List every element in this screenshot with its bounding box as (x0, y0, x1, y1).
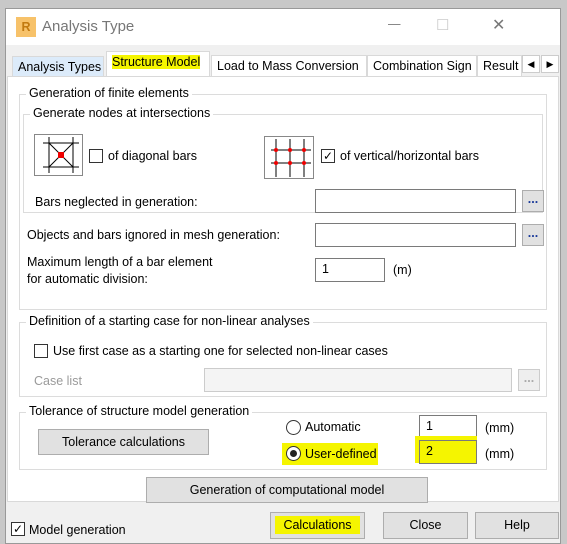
max-length-unit: (m) (393, 263, 412, 277)
help-button[interactable]: Help (475, 512, 559, 539)
tab-scroll-right-icon[interactable]: ▶ (541, 55, 559, 73)
close-button[interactable]: Close (383, 512, 468, 539)
bars-neglected-label: Bars neglected in generation: (35, 195, 198, 209)
diagonal-bars-icon (34, 134, 83, 176)
nonlinear-group: Definition of a starting case for non-li… (19, 314, 547, 397)
analysis-type-dialog: R Analysis Type — ☐ ✕ Analysis Types Str… (5, 8, 561, 544)
title-bar: R Analysis Type — ☐ ✕ (6, 9, 560, 45)
user-defined-label: User-defined (305, 447, 377, 461)
case-list-label: Case list (34, 374, 82, 388)
tab-analysis-types[interactable]: Analysis Types (12, 56, 104, 78)
automatic-radio[interactable] (286, 420, 301, 435)
group-title: Generate nodes at intersections (30, 106, 214, 120)
use-first-case-checkbox[interactable] (34, 344, 48, 358)
tab-label: Combination Sign (373, 59, 472, 73)
tab-combination-sign[interactable]: Combination Sign (367, 55, 477, 77)
automatic-unit: (mm) (485, 421, 515, 435)
tab-label: Result (483, 59, 519, 73)
use-first-case-label: Use first case as a starting one for sel… (53, 344, 388, 358)
max-length-label: Maximum length of a bar element (27, 255, 213, 269)
tab-load-to-mass[interactable]: Load to Mass Conversion (211, 55, 367, 77)
objects-ignored-label: Objects and bars ignored in mesh generat… (27, 228, 280, 242)
max-length-label-2: for automatic division: (27, 272, 148, 286)
bars-neglected-input[interactable] (315, 189, 516, 213)
tolerance-calculations-button[interactable]: Tolerance calculations (38, 429, 209, 455)
user-defined-radio[interactable] (286, 446, 301, 461)
calculations-button[interactable]: Calculations (270, 512, 365, 539)
bars-neglected-browse-button[interactable]: ... (522, 190, 544, 212)
group-title: Generation of finite elements (26, 86, 192, 100)
tab-label: Structure Model (112, 55, 201, 69)
objects-ignored-input[interactable] (315, 223, 516, 247)
model-generation-label: Model generation (29, 523, 126, 537)
group-title: Tolerance of structure model generation (26, 404, 253, 418)
minimize-button[interactable]: — (388, 17, 401, 31)
vertical-horizontal-bars-icon (264, 136, 314, 179)
tab-result[interactable]: Result (477, 55, 522, 77)
finite-elements-group: Generation of finite elements Generate n… (19, 86, 547, 310)
objects-ignored-browse-button[interactable]: ... (522, 224, 544, 246)
generate-computational-model-button[interactable]: Generation of computational model (146, 477, 428, 503)
group-title: Definition of a starting case for non-li… (26, 314, 313, 328)
nodes-group: Generate nodes at intersections of diago… (23, 106, 544, 213)
tolerance-group: Tolerance of structure model generation … (19, 404, 547, 470)
user-defined-tolerance-input[interactable]: 2 (419, 440, 477, 464)
diagonal-bars-label: of diagonal bars (108, 149, 197, 163)
close-window-button[interactable]: ✕ (492, 15, 505, 35)
diagonal-bars-checkbox[interactable] (89, 149, 103, 163)
model-generation-checkbox[interactable]: ✓ (11, 522, 25, 536)
user-defined-unit: (mm) (485, 447, 515, 461)
vertical-horizontal-bars-checkbox[interactable]: ✓ (321, 149, 335, 163)
tab-structure-model[interactable]: Structure Model (106, 51, 210, 77)
maximize-button[interactable]: ☐ (436, 16, 449, 34)
structure-model-panel: Generation of finite elements Generate n… (7, 76, 559, 503)
vertical-horizontal-bars-label: of vertical/horizontal bars (340, 149, 479, 163)
window-title: Analysis Type (42, 18, 135, 35)
tab-label: Load to Mass Conversion (217, 59, 359, 73)
automatic-label: Automatic (305, 420, 361, 434)
max-length-input[interactable]: 1 (315, 258, 385, 282)
tab-label: Analysis Types (18, 60, 102, 74)
tab-scroll-left-icon[interactable]: ◀ (522, 55, 540, 73)
app-logo-icon: R (16, 17, 36, 37)
case-list-browse-button: ... (518, 369, 540, 391)
case-list-input (204, 368, 512, 392)
calculations-label: Calculations (275, 516, 360, 534)
